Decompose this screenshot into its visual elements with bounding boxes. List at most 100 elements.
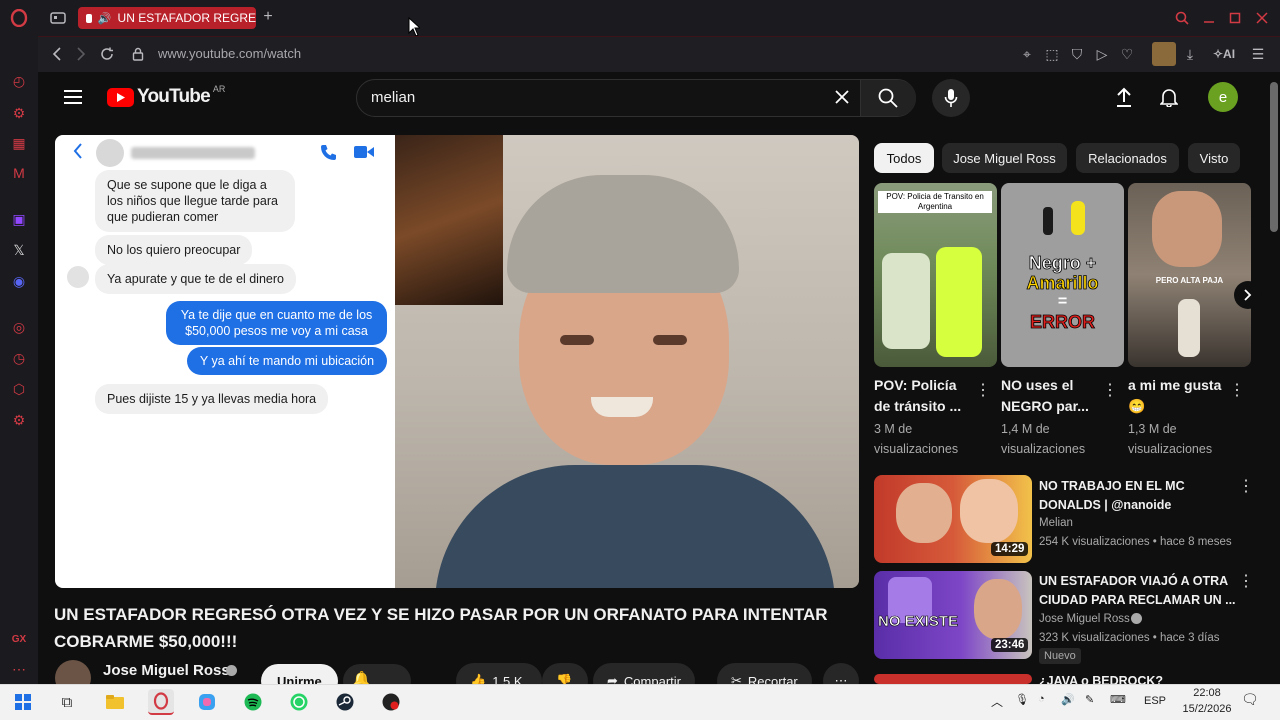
recommended-video-title[interactable]: ¿JAVA o BEDROCK?: [1039, 672, 1239, 684]
search-icon[interactable]: [876, 86, 900, 110]
forward-icon[interactable]: [72, 45, 90, 63]
browser-titlebar: 🔊 UN ESTAFADOR REGRE +: [0, 0, 1280, 37]
video-thumbnail[interactable]: [874, 674, 1032, 684]
url-field[interactable]: www.youtube.com/watch: [158, 46, 301, 61]
youtube-tab-icon: [86, 13, 92, 23]
discord-icon[interactable]: ◉: [8, 270, 30, 292]
opera-logo-icon[interactable]: [8, 7, 30, 29]
gx-corner-icon[interactable]: M: [8, 162, 30, 184]
recommended-video-title[interactable]: NO TRABAJO EN EL MC DONALDS | @nanoide: [1039, 477, 1239, 515]
short-menu-icon[interactable]: ⋮: [1102, 382, 1118, 400]
network-icon[interactable]: ◔: [1038, 693, 1045, 705]
chat-video-icon: [354, 145, 374, 164]
recommended-video-title[interactable]: UN ESTAFADOR VIAJÓ A OTRA CIUDAD PARA RE…: [1039, 572, 1239, 610]
reload-icon[interactable]: [98, 45, 116, 63]
copilot-icon[interactable]: [194, 689, 220, 715]
gx-control-icon[interactable]: ⚙: [8, 102, 30, 124]
pocket-icon[interactable]: ⛉: [1068, 45, 1086, 63]
language-indicator[interactable]: ESP: [1144, 695, 1166, 707]
spotify-icon[interactable]: [240, 689, 266, 715]
snapshot-icon[interactable]: ⬚: [1043, 45, 1061, 63]
player-icon[interactable]: ◎: [8, 316, 30, 338]
active-tab[interactable]: 🔊 UN ESTAFADOR REGRE: [78, 7, 256, 29]
video-thumbnail[interactable]: 14:29: [874, 475, 1032, 563]
keyboard-icon[interactable]: ⌨: [1110, 693, 1126, 706]
youtube-logo-text: YouTube: [137, 86, 211, 107]
short-title[interactable]: a mi me gusta 😁: [1128, 375, 1228, 417]
profile-picture-icon[interactable]: [1152, 42, 1176, 66]
short-thumbnail[interactable]: PERO ALTA PAJA: [1128, 183, 1251, 367]
short-title[interactable]: POV: Policía de tránsito ...: [874, 375, 974, 417]
notifications-bell-icon[interactable]: [1157, 85, 1181, 109]
chip-watched[interactable]: Visto: [1188, 143, 1240, 173]
page-scrollbar[interactable]: [1270, 82, 1278, 232]
clear-search-icon[interactable]: [832, 87, 852, 107]
person-cap: [507, 175, 739, 293]
chip-related[interactable]: Relacionados: [1076, 143, 1179, 173]
upload-icon[interactable]: [1112, 85, 1136, 109]
chip-todos[interactable]: Todos: [874, 143, 934, 173]
short-thumbnail[interactable]: Negro + Amarillo = ERROR: [1001, 183, 1124, 367]
windows-start-icon[interactable]: [10, 689, 36, 715]
show-hidden-icons[interactable]: ︿: [991, 693, 1003, 710]
video-duration: 23:46: [991, 638, 1029, 652]
account-avatar[interactable]: e: [1208, 82, 1238, 112]
short-thumbnail[interactable]: POV: Policia de Transito en Argentina: [874, 183, 997, 367]
speed-dial-icon[interactable]: ◴: [8, 70, 30, 92]
opera-gx-taskbar-icon[interactable]: [148, 689, 174, 715]
recording-app-icon[interactable]: [378, 689, 404, 715]
recommended-channel[interactable]: Jose Miguel Ross: [1039, 609, 1130, 629]
video-player[interactable]: Que se supone que le diga a los niños qu…: [55, 135, 859, 588]
new-tab-button[interactable]: +: [260, 8, 276, 26]
speaker-icon[interactable]: 🔊: [98, 12, 112, 25]
task-view-icon[interactable]: ⧉: [54, 689, 80, 715]
shorts-next-button[interactable]: [1234, 281, 1262, 309]
more-icon[interactable]: ⋯: [8, 658, 30, 680]
short-title[interactable]: NO uses el NEGRO par...: [1001, 375, 1101, 417]
file-explorer-icon[interactable]: [102, 689, 128, 715]
twitch-icon[interactable]: ▣: [8, 208, 30, 230]
chip-channel[interactable]: Jose Miguel Ross: [942, 143, 1067, 173]
maximize-icon[interactable]: [1226, 8, 1244, 28]
x-twitter-icon[interactable]: 𝕏: [8, 239, 30, 261]
lock-icon[interactable]: [130, 45, 146, 63]
search-input[interactable]: melian: [371, 89, 415, 106]
close-window-icon[interactable]: [1253, 8, 1271, 28]
chat-message-in: Pues dijiste 15 y ya llevas media hora: [95, 384, 329, 414]
short-menu-icon[interactable]: ⋮: [975, 382, 991, 400]
pin-icon[interactable]: ⌖: [1018, 45, 1036, 63]
back-icon[interactable]: [48, 45, 66, 63]
recommended-meta: 254 K visualizaciones • hace 8 meses: [1039, 536, 1232, 548]
search-tabs-icon[interactable]: [1172, 8, 1192, 28]
short-menu-icon[interactable]: ⋮: [1229, 382, 1245, 400]
send-icon[interactable]: ▷: [1093, 45, 1111, 63]
minimize-icon[interactable]: [1200, 8, 1218, 28]
pen-icon[interactable]: ✎: [1085, 693, 1094, 706]
extensions-icon[interactable]: ⬡: [8, 378, 30, 400]
easy-setup-icon[interactable]: ☰: [1249, 45, 1267, 63]
clock-date[interactable]: 15/2/2026: [1175, 703, 1239, 715]
gx-cleaner-icon[interactable]: ▦: [8, 132, 30, 154]
ai-button[interactable]: ✧ AI: [1206, 45, 1242, 63]
menu-icon[interactable]: [62, 86, 84, 108]
clock-time[interactable]: 22:08: [1187, 687, 1227, 699]
workspaces-icon[interactable]: [48, 8, 68, 28]
short-views: 1,3 M de visualizaciones: [1128, 422, 1213, 456]
video-menu-icon[interactable]: ⋮: [1238, 478, 1254, 496]
channel-name[interactable]: Jose Miguel Ross: [103, 662, 230, 679]
settings-icon[interactable]: ⚙: [8, 409, 30, 431]
microphone-icon: [941, 86, 961, 110]
youtube-logo[interactable]: YouTube AR: [107, 84, 225, 108]
volume-icon[interactable]: 🔊: [1061, 693, 1075, 706]
ai-sparkle-icon: ✧: [1212, 47, 1224, 61]
video-menu-icon[interactable]: ⋮: [1238, 573, 1254, 591]
steam-icon[interactable]: [332, 689, 358, 715]
microphone-tray-icon[interactable]: 🎙: [1015, 693, 1029, 706]
video-thumbnail[interactable]: NO EXISTE 23:46: [874, 571, 1032, 659]
history-icon[interactable]: ◷: [8, 347, 30, 369]
recommended-channel[interactable]: Melian: [1039, 513, 1073, 533]
bookmark-heart-icon[interactable]: ♡: [1118, 45, 1136, 63]
download-icon[interactable]: ⤓: [1181, 45, 1199, 63]
notification-center-icon[interactable]: 🗨: [1241, 691, 1259, 708]
whatsapp-icon[interactable]: [286, 689, 312, 715]
